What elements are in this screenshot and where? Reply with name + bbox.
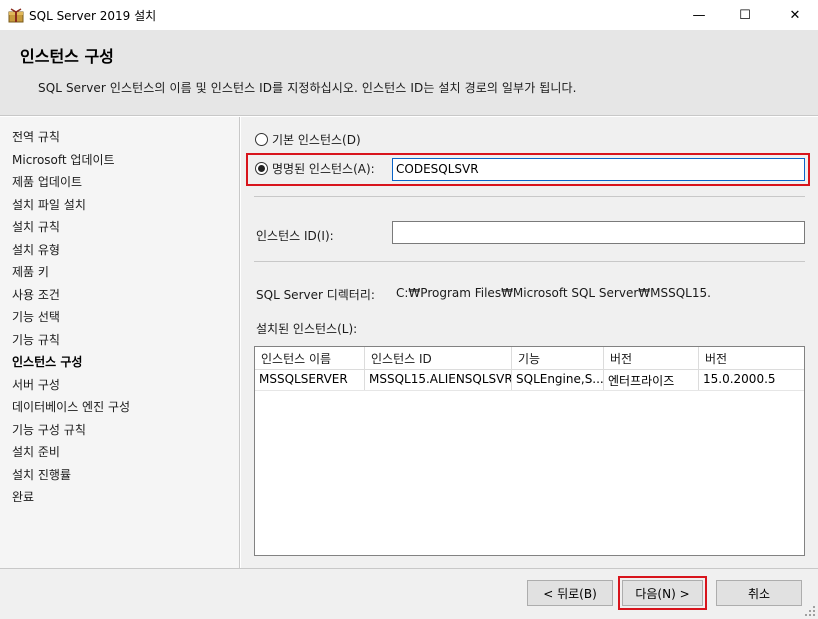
sidebar-item-installation-type[interactable]: 설치 유형 — [12, 241, 60, 258]
sidebar-item-complete[interactable]: 완료 — [12, 488, 34, 505]
next-button[interactable]: 다음(N) > — [622, 580, 703, 606]
column-header-features[interactable]: 기능 — [512, 347, 604, 369]
sidebar-item-feature-selection[interactable]: 기능 선택 — [12, 308, 60, 325]
maximize-icon: ☐ — [739, 7, 751, 23]
installed-instances-label: 설치된 인스턴스(L): — [256, 322, 358, 336]
sidebar-item-instance-configuration[interactable]: 인스턴스 구성 — [12, 353, 82, 370]
sidebar-steps: 전역 규칙 Microsoft 업데이트 제품 업데이트 설치 파일 설치 설치… — [0, 117, 240, 568]
sidebar-item-product-updates[interactable]: 제품 업데이트 — [12, 173, 82, 190]
named-instance-radio[interactable] — [255, 162, 268, 175]
sql-server-installer-icon — [8, 8, 24, 23]
minimize-icon: — — [692, 7, 706, 23]
column-header-version[interactable]: 버전 — [699, 347, 804, 369]
back-button[interactable]: < 뒤로(B) — [527, 580, 613, 606]
sidebar-item-server-configuration[interactable]: 서버 구성 — [12, 376, 60, 393]
title-bar: SQL Server 2019 설치 — ☐ ✕ — [0, 0, 818, 30]
sidebar-item-feature-rules[interactable]: 기능 규칙 — [12, 331, 60, 348]
instance-id-input[interactable] — [392, 221, 805, 244]
column-header-edition[interactable]: 버전 — [604, 347, 699, 369]
directory-label: SQL Server 디렉터리: — [256, 288, 375, 302]
separator-1 — [254, 196, 805, 197]
table-row-cell-version[interactable]: 15.0.2000.5 — [699, 370, 804, 390]
sidebar-item-microsoft-update[interactable]: Microsoft 업데이트 — [12, 151, 115, 168]
sidebar-item-ready-to-install[interactable]: 설치 준비 — [12, 443, 60, 460]
sidebar-item-feature-configuration-rules[interactable]: 기능 구성 규칙 — [12, 421, 86, 438]
instance-id-label: 인스턴스 ID(I): — [256, 229, 334, 243]
table-row-divider — [255, 390, 804, 391]
window-title: SQL Server 2019 설치 — [29, 9, 157, 23]
cancel-button[interactable]: 취소 — [716, 580, 802, 606]
page-header: 인스턴스 구성 SQL Server 인스턴스의 이름 및 인스턴스 ID를 지… — [0, 30, 818, 116]
minimize-button[interactable]: — — [676, 0, 722, 30]
table-row-cell-instance-name[interactable]: MSSQLSERVER — [255, 370, 365, 390]
sidebar-item-install-rules[interactable]: 설치 규칙 — [12, 218, 60, 235]
resize-grip-icon[interactable] — [805, 606, 815, 616]
close-button[interactable]: ✕ — [772, 0, 818, 30]
named-instance-input[interactable]: CODESQLSVR — [392, 158, 805, 181]
default-instance-radio[interactable] — [255, 133, 268, 146]
directory-value: C:₩Program Files₩Microsoft SQL Server₩MS… — [396, 286, 711, 300]
table-row-cell-features[interactable]: SQLEngine,S... — [512, 370, 604, 390]
sidebar-item-license-terms[interactable]: 사용 조건 — [12, 286, 60, 303]
close-icon: ✕ — [789, 7, 801, 23]
page-title: 인스턴스 구성 — [20, 47, 114, 66]
sidebar-item-product-key[interactable]: 제품 키 — [12, 263, 49, 280]
default-instance-label[interactable]: 기본 인스턴스(D) — [272, 131, 361, 148]
column-header-instance-name[interactable]: 인스턴스 이름 — [255, 347, 365, 369]
sidebar-item-database-engine-configuration[interactable]: 데이터베이스 엔진 구성 — [12, 398, 130, 415]
column-header-instance-id[interactable]: 인스턴스 ID — [365, 347, 512, 369]
named-instance-label[interactable]: 명명된 인스턴스(A): — [272, 160, 375, 177]
sidebar-item-installation-progress[interactable]: 설치 진행률 — [12, 466, 71, 483]
maximize-button[interactable]: ☐ — [722, 0, 768, 30]
table-row-cell-edition[interactable]: 엔터프라이즈 — [604, 370, 699, 390]
sidebar-item-global-rules[interactable]: 전역 규칙 — [12, 128, 60, 145]
installed-instances-table[interactable]: 인스턴스 이름 인스턴스 ID 기능 버전 버전 MSSQLSERVER MSS… — [254, 346, 805, 556]
sidebar-item-install-setup-files[interactable]: 설치 파일 설치 — [12, 196, 86, 213]
separator-2 — [254, 261, 805, 262]
table-row-cell-instance-id[interactable]: MSSQL15.ALIENSQLSVR — [365, 370, 512, 390]
page-description: SQL Server 인스턴스의 이름 및 인스턴스 ID를 지정하십시오. 인… — [38, 81, 577, 95]
